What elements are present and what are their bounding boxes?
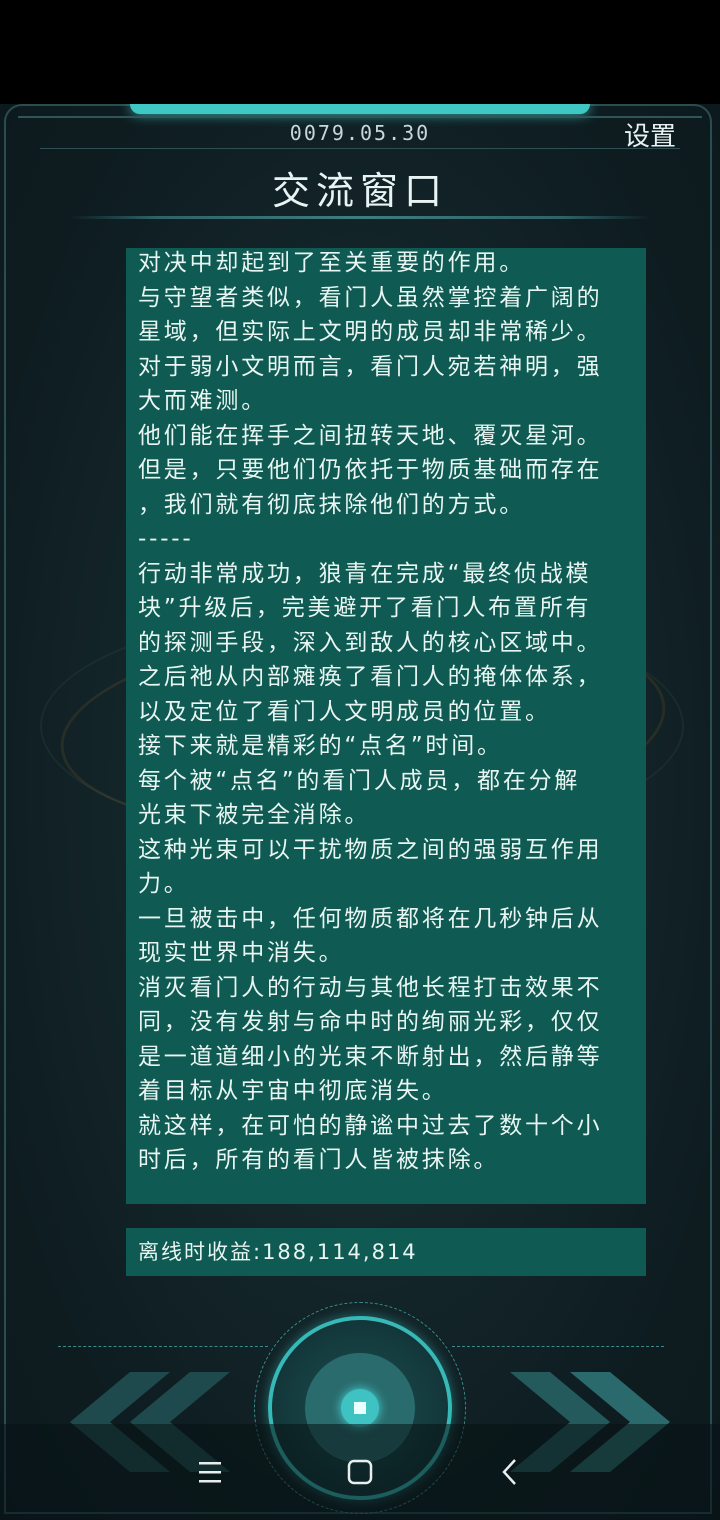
page-title: 交流窗口 bbox=[271, 169, 448, 213]
home-button[interactable] bbox=[310, 1424, 410, 1520]
story-line: 大而难测。 bbox=[138, 388, 267, 414]
story-line: 是一道道细小的光束不断射出，然后静等 bbox=[138, 1043, 603, 1070]
menu-icon bbox=[199, 1462, 221, 1483]
header-divider bbox=[40, 148, 680, 149]
story-line: 接下来就是精彩的“点名”时间。 bbox=[138, 733, 503, 759]
menu-button[interactable] bbox=[160, 1424, 260, 1520]
story-line: 着目标从宇宙中彻底消失。 bbox=[138, 1078, 448, 1104]
top-glow-bar bbox=[130, 104, 590, 114]
center-square-icon bbox=[354, 1402, 366, 1414]
story-line: 的探测手段，深入到敌人的核心区域中。 bbox=[138, 629, 603, 656]
story-line: 以及定位了看门人文明成员的位置。 bbox=[138, 698, 551, 725]
story-line: 消灭看门人的行动与其他长程打击效果不 bbox=[138, 974, 603, 1001]
story-line: 行动非常成功，狼青在完成“最终侦战模 bbox=[138, 560, 592, 587]
story-line: 块”升级后，完美避开了看门人布置所有 bbox=[138, 595, 592, 621]
dashed-divider-left bbox=[58, 1346, 268, 1347]
story-line: 同，没有发射与命中时的绚丽光彩，仅仅 bbox=[138, 1009, 603, 1035]
story-line: 星域，但实际上文明的成员却非常稀少。 bbox=[138, 319, 603, 345]
story-line: 对决中却起到了至关重要的作用。 bbox=[138, 250, 525, 276]
back-button[interactable] bbox=[460, 1424, 560, 1520]
story-line: 对于弱小文明而言，看门人宛若神明，强 bbox=[138, 353, 603, 380]
story-line: 但是，只要他们仍依托于物质基础而存在 bbox=[138, 457, 603, 483]
story-line: 这种光束可以干扰物质之间的强弱互作用 bbox=[138, 836, 603, 863]
story-line: ----- bbox=[138, 526, 194, 552]
story-line: 一旦被击中，任何物质都将在几秒钟后从 bbox=[138, 905, 603, 932]
offline-income-panel: 离线时收益:188,114,814 bbox=[126, 1228, 646, 1276]
game-date: 0079.05.30 bbox=[289, 121, 431, 145]
home-icon bbox=[347, 1459, 373, 1485]
title-underline bbox=[70, 216, 650, 219]
story-line: 现实世界中消失。 bbox=[138, 940, 345, 966]
back-icon bbox=[502, 1459, 516, 1485]
app-frame: 0079.05.30 设置 交流窗口 对决中却起到了至关重要的作用。 与守望者类… bbox=[0, 104, 720, 1520]
story-line: 就这样，在可怕的静谧中过去了数十个小 bbox=[138, 1112, 603, 1139]
story-line: 时后，所有的看门人皆被抹除。 bbox=[138, 1147, 500, 1173]
story-line: 力。 bbox=[138, 871, 190, 897]
top-divider bbox=[18, 116, 702, 118]
story-line: 每个被“点名”的看门人成员，都在分解 bbox=[138, 767, 581, 794]
story-line: 光束下被完全消除。 bbox=[138, 802, 371, 828]
story-line: 他们能在挥手之间扭转天地、覆灭星河。 bbox=[138, 422, 603, 449]
system-navigation-bar bbox=[0, 1424, 720, 1520]
story-line: 之后祂从内部瘫痪了看门人的掩体体系， bbox=[138, 664, 603, 690]
offline-income-label: 离线时收益:188,114,814 bbox=[138, 1240, 418, 1264]
dashed-divider-right bbox=[452, 1346, 664, 1347]
story-line: 与守望者类似，看门人虽然掌控着广阔的 bbox=[138, 284, 603, 311]
story-text-panel[interactable]: 对决中却起到了至关重要的作用。 与守望者类似，看门人虽然掌控着广阔的 星域，但实… bbox=[126, 248, 646, 1204]
status-bar-area bbox=[0, 0, 720, 104]
story-line: ，我们就有彻底抹除他们的方式。 bbox=[138, 491, 525, 518]
